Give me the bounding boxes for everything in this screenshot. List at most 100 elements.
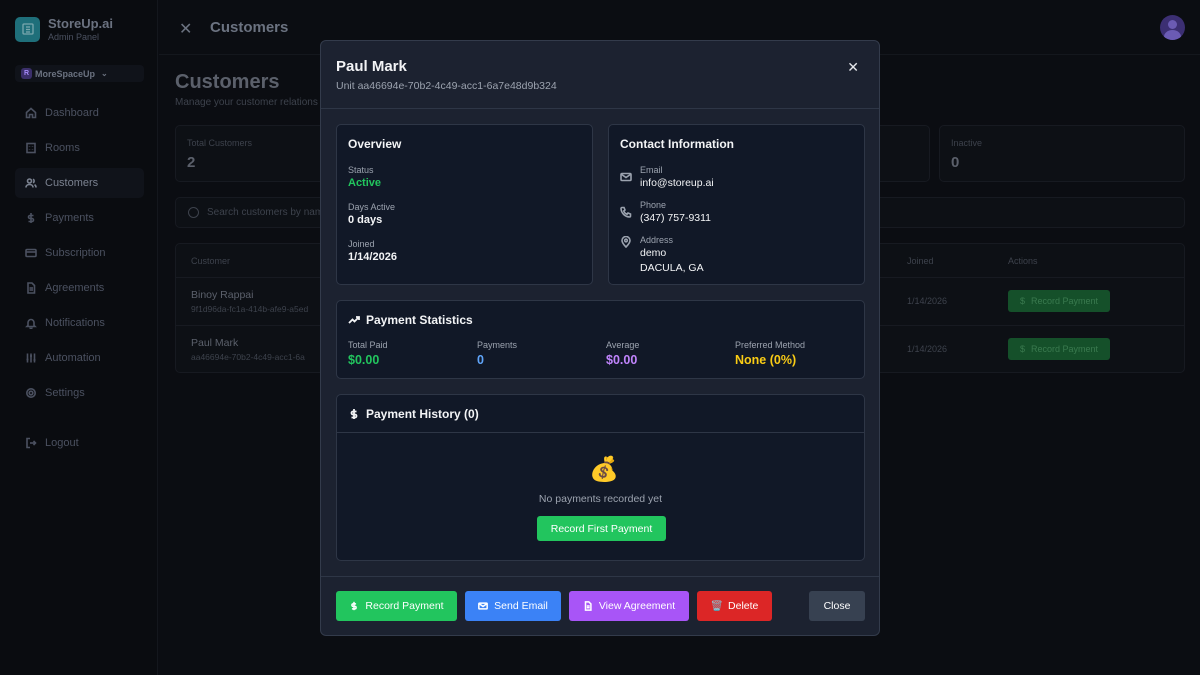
stat-card-partial bbox=[878, 125, 930, 182]
stat-label: Inactive bbox=[951, 138, 983, 148]
payment-history-title: Payment History (0) bbox=[366, 407, 479, 421]
sidebar-item-settings[interactable]: Settings bbox=[15, 378, 144, 408]
dollar-icon bbox=[27, 213, 35, 223]
customer-id: 9f1d96da-fc1a-414b-afe9-a5ed bbox=[191, 304, 309, 314]
view-agreement-button[interactable]: View Agreement bbox=[569, 591, 689, 621]
sidebar-item-agreements[interactable]: Agreements bbox=[15, 273, 144, 303]
trending-up-icon bbox=[348, 316, 360, 324]
brand-subtitle: Admin Panel bbox=[48, 32, 100, 42]
money-bag-icon: 💰 bbox=[589, 456, 619, 483]
payment-history-card: Payment History (0) 💰 No payments record… bbox=[336, 394, 865, 561]
send-email-button[interactable]: Send Email bbox=[465, 591, 561, 621]
sidebar-item-automation[interactable]: Automation bbox=[15, 343, 144, 373]
email-value[interactable]: info@storeup.ai bbox=[640, 177, 714, 189]
divider bbox=[321, 576, 879, 577]
close-icon[interactable]: ✕ bbox=[179, 19, 192, 39]
joined-value: 1/14/2026 bbox=[348, 251, 397, 263]
sidebar-item-label: Notifications bbox=[45, 317, 105, 329]
record-payment-button[interactable]: $ Record Payment bbox=[1008, 290, 1110, 312]
stat-card-inactive: Inactive 0 bbox=[939, 125, 1185, 182]
sidebar-item-label: Payments bbox=[45, 212, 94, 224]
payment-statistics-title: Payment Statistics bbox=[366, 313, 473, 327]
users-icon bbox=[25, 178, 37, 188]
sidebar-item-label: Automation bbox=[45, 352, 101, 364]
mail-icon bbox=[478, 602, 489, 610]
sidebar-item-label: Settings bbox=[45, 387, 85, 399]
dollar-icon bbox=[350, 409, 358, 419]
column-header-customer: Customer bbox=[191, 256, 231, 266]
sidebar-item-notifications[interactable]: Notifications bbox=[15, 308, 144, 338]
page-subtitle: Manage your customer relations bbox=[175, 97, 318, 108]
close-button[interactable]: Close bbox=[809, 591, 865, 621]
page-title: Customers bbox=[175, 71, 280, 93]
phone-label: Phone bbox=[640, 200, 667, 210]
sidebar-item-label: Dashboard bbox=[45, 107, 99, 119]
workspace-switcher[interactable]: R MoreSpaceUp ⌄ bbox=[15, 65, 144, 82]
days-active-value: 0 days bbox=[348, 214, 383, 226]
sidebar-item-label: Rooms bbox=[45, 142, 80, 154]
record-payment-button[interactable]: Record Payment bbox=[336, 591, 457, 621]
sidebar-item-label: Agreements bbox=[45, 282, 105, 294]
bell-icon bbox=[25, 318, 37, 329]
preferred-method-value: None (0%) bbox=[735, 353, 797, 367]
logout-button[interactable]: Logout bbox=[25, 437, 79, 449]
building-icon bbox=[26, 142, 36, 154]
sidebar-item-label: Customers bbox=[45, 177, 99, 189]
delete-button[interactable]: 🗑️ Delete bbox=[697, 591, 772, 621]
record-payment-label: Record Payment bbox=[1030, 296, 1099, 306]
sidebar-item-dashboard[interactable]: Dashboard bbox=[15, 98, 144, 128]
record-payment-button[interactable]: $ Record Payment bbox=[1008, 338, 1110, 360]
total-paid-label: Total Paid bbox=[348, 340, 388, 350]
view-agreement-label: View Agreement bbox=[598, 600, 676, 612]
record-payment-label: Record Payment bbox=[1030, 344, 1099, 354]
phone-icon bbox=[620, 206, 632, 218]
address-line-2: DACULA, GA bbox=[640, 262, 704, 274]
record-first-payment-button[interactable]: Record First Payment bbox=[537, 516, 666, 541]
search-icon bbox=[188, 207, 199, 218]
payments-count-label: Payments bbox=[477, 340, 518, 350]
column-header-joined: Joined bbox=[907, 256, 934, 266]
customer-joined: 1/14/2026 bbox=[907, 344, 948, 354]
preferred-method-label: Preferred Method bbox=[735, 340, 806, 350]
card-icon bbox=[25, 248, 37, 258]
payment-history-header: Payment History (0) bbox=[348, 407, 479, 421]
address-label: Address bbox=[640, 235, 674, 245]
storage-logo-icon bbox=[15, 16, 40, 42]
stat-card-total-customers: Total Customers 2 bbox=[175, 125, 325, 182]
sidebar-item-customers[interactable]: Customers bbox=[15, 168, 144, 198]
modal-title: Paul Mark bbox=[336, 58, 407, 75]
sidebar-item-rooms[interactable]: Rooms bbox=[15, 133, 144, 163]
topbar-title: Customers bbox=[210, 19, 289, 36]
total-paid-value: $0.00 bbox=[348, 353, 380, 367]
sidebar-item-subscription[interactable]: Subscription bbox=[15, 238, 144, 268]
contact-card: Contact Information Email info@storeup.a… bbox=[608, 124, 865, 285]
sidebar-item-payments[interactable]: Payments bbox=[15, 203, 144, 233]
customer-name: Paul Mark bbox=[191, 337, 239, 349]
status-badge: Active bbox=[348, 177, 382, 189]
sliders-icon bbox=[26, 353, 36, 363]
brand-name: StoreUp.ai bbox=[48, 16, 114, 31]
chevron-down-icon: ⌄ bbox=[101, 69, 108, 78]
overview-card: Overview Status Active Days Active 0 day… bbox=[336, 124, 593, 285]
phone-value[interactable]: (347) 757-9311 bbox=[640, 212, 711, 224]
workspace-name: MoreSpaceUp bbox=[35, 68, 96, 79]
payment-statistics-card: Payment Statistics Total Paid $0.00 Paym… bbox=[336, 300, 865, 379]
workspace-icon: R bbox=[21, 68, 32, 79]
overview-title: Overview bbox=[348, 137, 402, 151]
contact-title: Contact Information bbox=[620, 137, 734, 151]
dollar-icon bbox=[351, 601, 358, 611]
customer-joined: 1/14/2026 bbox=[907, 296, 948, 306]
gear-icon bbox=[26, 388, 36, 398]
days-active-label: Days Active bbox=[348, 202, 396, 212]
average-label: Average bbox=[606, 340, 640, 350]
payments-count-value: 0 bbox=[477, 353, 484, 367]
search-placeholder: Search customers by name bbox=[207, 207, 322, 218]
brand[interactable]: StoreUp.ai Admin Panel bbox=[15, 16, 113, 42]
logout-label: Logout bbox=[45, 437, 79, 449]
stat-value: 2 bbox=[187, 154, 196, 171]
stat-label: Total Customers bbox=[187, 138, 253, 148]
close-icon[interactable]: ✕ bbox=[847, 59, 859, 76]
email-label: Email bbox=[640, 165, 663, 175]
sidebar-nav: Dashboard Rooms Customers Payments Subsc… bbox=[15, 98, 144, 413]
avatar[interactable] bbox=[1160, 15, 1185, 40]
